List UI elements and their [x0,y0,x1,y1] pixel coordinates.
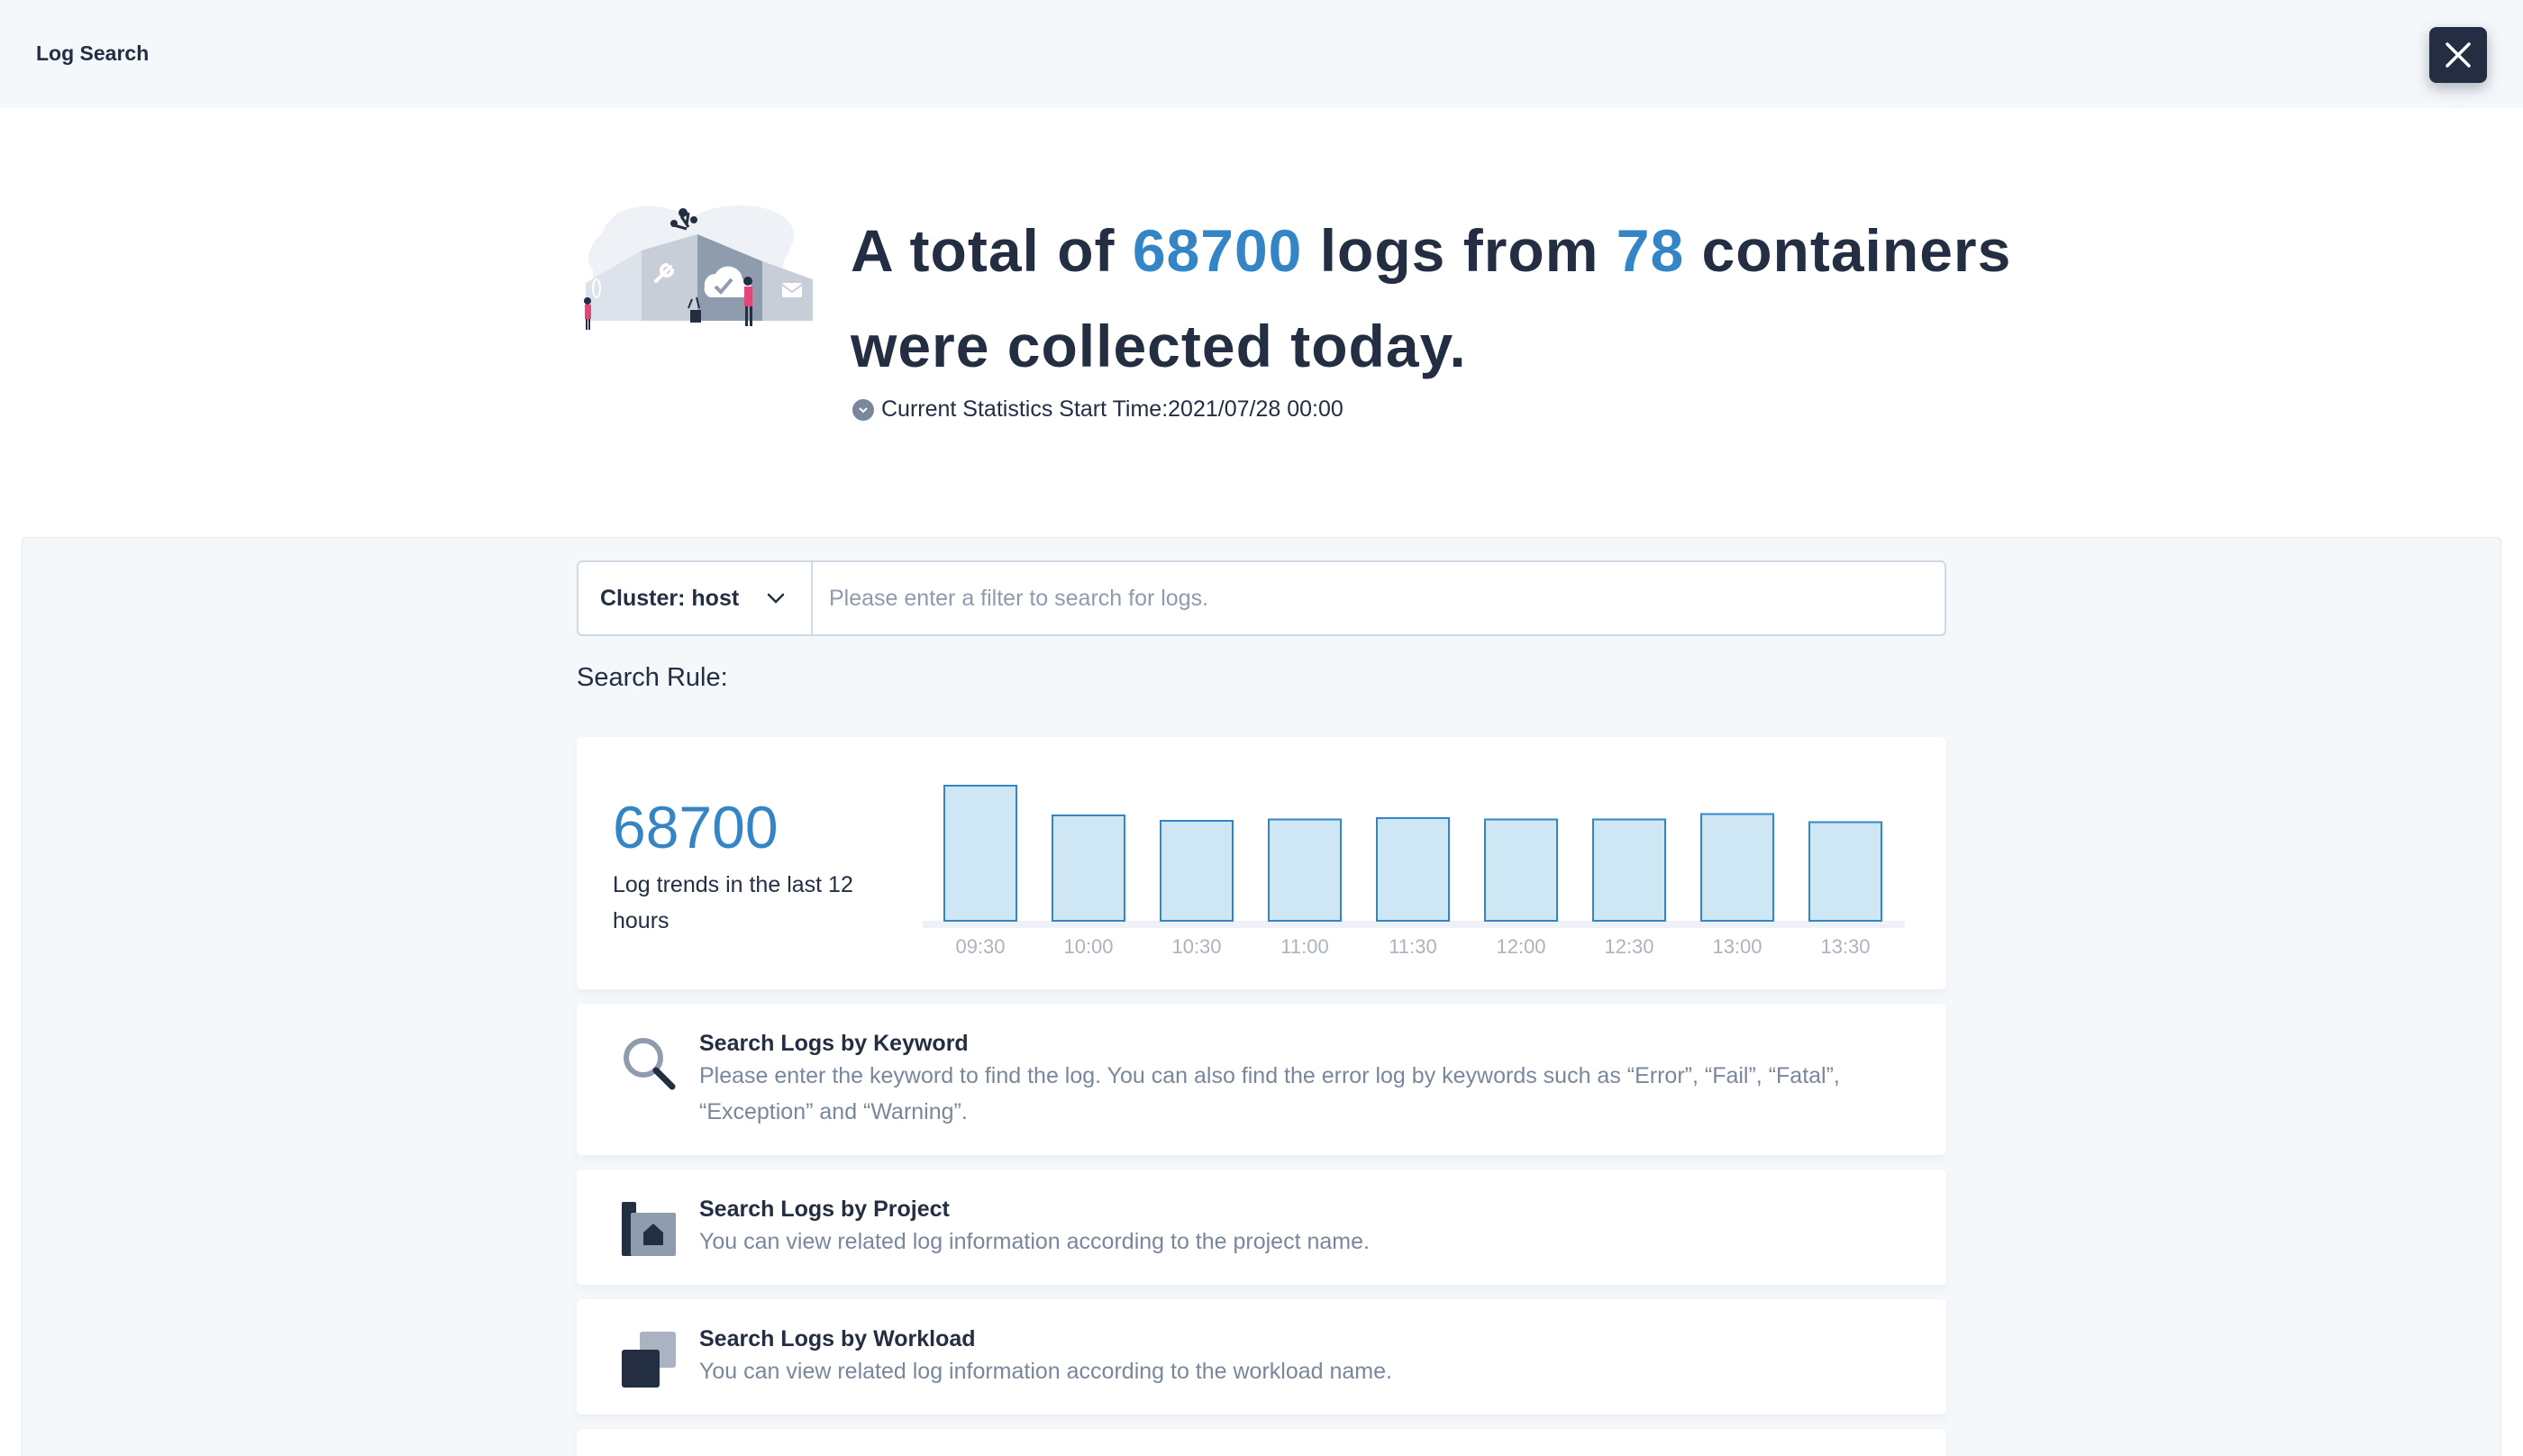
chart-bar[interactable] [1592,818,1666,922]
cluster-select-label: Cluster: host [600,585,740,611]
chart-bar[interactable] [1808,821,1882,922]
trend-description: Log trends in the last 12 hours [613,872,853,933]
chart-x-tick-label: 10:30 [1171,935,1221,958]
rule-card-workload[interactable]: Search Logs by Workload You can view rel… [577,1299,1946,1415]
rule-card-next[interactable] [577,1429,1946,1456]
chart-x-tick-label: 11:30 [1389,935,1436,958]
chart-baseline [923,921,1905,928]
chart-bar[interactable] [1700,813,1774,922]
chart-x-tick-label: 13:30 [1820,935,1870,958]
close-button[interactable] [2429,27,2487,83]
log-count: 68700 [1132,217,1303,284]
chevron-down-icon [766,592,786,605]
hero-illustration [584,205,813,330]
project-icon [622,1202,676,1256]
chart-x-tick-label: 13:00 [1712,935,1762,958]
statistics-start-time: Current Statistics Start Time:2021/07/28… [852,396,1343,423]
close-icon [2446,42,2471,68]
rule-title-keyword: Search Logs by Keyword [699,1031,969,1056]
clock-icon [852,398,874,421]
container-count: 78 [1616,217,1685,284]
workload-icon [622,1332,676,1388]
log-summary-heading: A total of 68700 logs from 78 containers… [851,203,2022,394]
log-trend-chart: 09:30 10:00 10:30 11:00 11:30 12:00 12:30 13:00… [923,785,1905,958]
trend-total: 68700 [613,794,779,860]
summary-middle: logs from [1319,217,1599,284]
rule-card-project[interactable]: Search Logs by Project You can view rela… [577,1169,1946,1285]
rule-title-workload: Search Logs by Workload [699,1326,976,1351]
search-rule-title: Search Rule: [577,663,728,692]
header-bar: Log Search [0,0,2523,108]
log-filter-input[interactable] [813,562,1945,634]
rule-desc-project: You can view related log information acc… [699,1229,1370,1254]
statistics-start-time-text: Current Statistics Start Time:2021/07/28… [881,396,1343,422]
chart-x-tick-label: 11:00 [1280,935,1328,958]
search-icon [624,1038,676,1090]
rule-card-keyword[interactable]: Search Logs by Keyword Please enter the … [577,1004,1946,1155]
chart-bar[interactable] [1484,818,1558,922]
rule-desc-workload: You can view related log information acc… [699,1359,1392,1384]
chart-x-tick-label: 12:30 [1604,935,1653,958]
chart-bar[interactable] [943,785,1017,922]
chart-x-tick-label: 10:00 [1063,935,1113,958]
log-trend-card: 68700 Log trends in the last 12 hours 09… [577,737,1946,989]
rule-title-project: Search Logs by Project [699,1197,950,1222]
chart-x-tick-label: 12:00 [1496,935,1545,958]
chart-bar[interactable] [1268,818,1342,922]
page-title: Log Search [36,41,150,65]
log-search-bar: Cluster: host [577,560,1946,636]
chart-bar[interactable] [1160,820,1234,922]
cluster-select[interactable]: Cluster: host [578,562,813,634]
chart-bar[interactable] [1376,817,1450,922]
chart-bar[interactable] [1052,814,1125,922]
chart-x-tick-label: 09:30 [955,935,1005,958]
rule-desc-keyword: Please enter the keyword to find the log… [699,1063,1840,1124]
summary-prefix: A total of [851,217,1116,284]
